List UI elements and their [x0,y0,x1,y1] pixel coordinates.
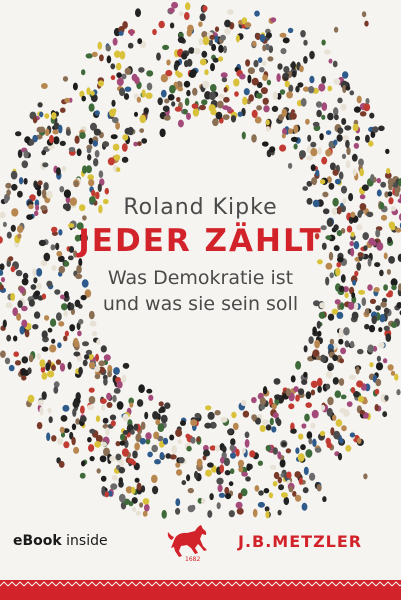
logo-year: 1682 [185,556,200,562]
book-title: JEDER ZÄHLT [78,223,323,259]
subtitle-line-1: Was Demokratie ist [107,267,294,289]
decorative-bottom-band [0,580,401,600]
book-subtitle: Was Demokratie ist und was sie sein soll [0,265,401,317]
publisher-name: J.B.METZLER [238,532,363,551]
metzler-horse-logo-icon: 1682 [167,525,207,562]
author-name: Roland Kipke [123,195,278,220]
ebook-word: eBook [13,533,62,549]
book-cover: Roland Kipke JEDER ZÄHLT Was Demokratie … [0,0,401,600]
ebook-inside-label: eBook inside [13,533,108,549]
inside-word: inside [61,533,108,549]
subtitle-line-2: und was sie sein soll [102,293,299,315]
